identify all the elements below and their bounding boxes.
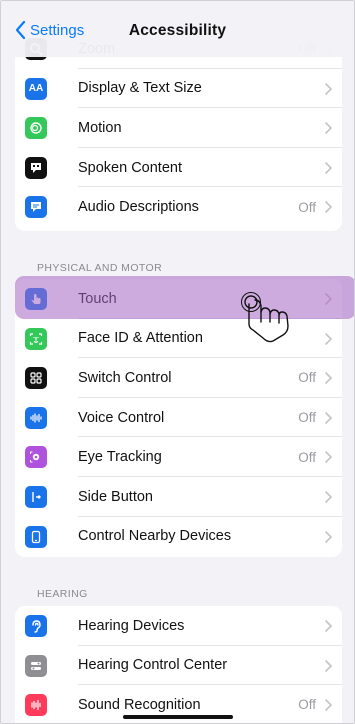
control-center-icon [25,654,47,677]
settings-row-display-and-text-size[interactable]: AA Display & Text Size [15,69,342,109]
settings-row-label: Hearing Devices [78,617,185,634]
switch-control-icon [25,367,47,390]
settings-row-control-nearby-devices[interactable]: Control Nearby Devices [15,517,342,557]
navigation-bar: Settings Accessibility [1,1,354,57]
chevron-right-icon [325,161,332,174]
settings-row-label: Voice Control [78,409,165,426]
settings-row-eye-tracking[interactable]: Eye Tracking Off [15,437,342,477]
settings-row-label: Spoken Content [78,159,182,176]
hearing-settings-group: Hearing Devices Hearing Control Center Sou… [15,606,342,723]
speech-bubble-icon [25,156,47,179]
settings-row-label: Motion [78,119,122,136]
vision-settings-group: ZoomOffAADisplay & Text SizeMotionSpoken… [15,37,342,231]
settings-row-label: Side Button [78,488,153,505]
section-header-hearing: HEARING [37,588,88,600]
settings-row-spoken-content[interactable]: Spoken Content [15,148,342,188]
home-indicator [123,715,233,719]
chevron-right-icon [325,372,332,384]
settings-row-hearing-control-center[interactable]: Hearing Control Center [15,646,342,686]
settings-row-label: Eye Tracking [78,449,162,466]
section-header-physical-motor: PHYSICAL AND MOTOR [37,262,163,274]
settings-row-value: Off [298,370,316,386]
chevron-right-icon [325,491,332,503]
chevron-right-icon [325,201,332,214]
voice-wave-icon [25,406,47,429]
side-button-icon [25,485,47,508]
ear-icon [25,615,47,637]
chevron-right-icon [325,659,332,672]
text-size-icon: AA [25,77,47,100]
face-id-icon [25,327,47,350]
chevron-right-icon [325,530,332,543]
nearby-devices-icon [25,525,47,548]
chevron-right-icon [325,699,332,711]
settings-row-value: Off [298,697,316,713]
chevron-right-icon [325,122,332,134]
settings-row-value: Off [298,199,316,215]
settings-row-value: Off [298,449,316,465]
phone-screen: Settings Accessibility ZoomOffAADisplay … [0,0,355,724]
touch-row-highlight [15,276,354,319]
settings-row-audio-descriptions[interactable]: Audio Descriptions Off [15,187,342,227]
settings-row-label: Sound Recognition [78,696,201,713]
chevron-right-icon [325,82,332,95]
sound-recognition-icon [25,694,47,717]
audio-description-icon [25,196,47,219]
settings-row-label: Display & Text Size [78,80,202,97]
motion-icon [25,117,47,140]
settings-row-label: Control Nearby Devices [78,528,232,545]
settings-row-value: Off [298,410,316,426]
settings-row-motion[interactable]: Motion [15,108,342,148]
settings-row-label: Face ID & Attention [78,330,203,347]
settings-row-label: Hearing Control Center [78,657,228,674]
chevron-right-icon [325,620,332,632]
chevron-right-icon [325,411,332,424]
chevron-right-icon [325,451,332,464]
settings-row-hearing-devices[interactable]: Hearing Devices [15,606,342,646]
eye-tracking-icon [25,446,47,469]
settings-row-switch-control[interactable]: Switch Control Off [15,358,342,398]
settings-row-side-button[interactable]: Side Button [15,477,342,517]
chevron-right-icon [325,332,332,345]
settings-row-voice-control[interactable]: Voice Control Off [15,398,342,438]
settings-row-label: Audio Descriptions [78,199,199,216]
pointing-hand-cursor-icon [241,292,289,343]
page-title: Accessibility [128,22,227,39]
settings-row-label: Switch Control [78,369,172,386]
